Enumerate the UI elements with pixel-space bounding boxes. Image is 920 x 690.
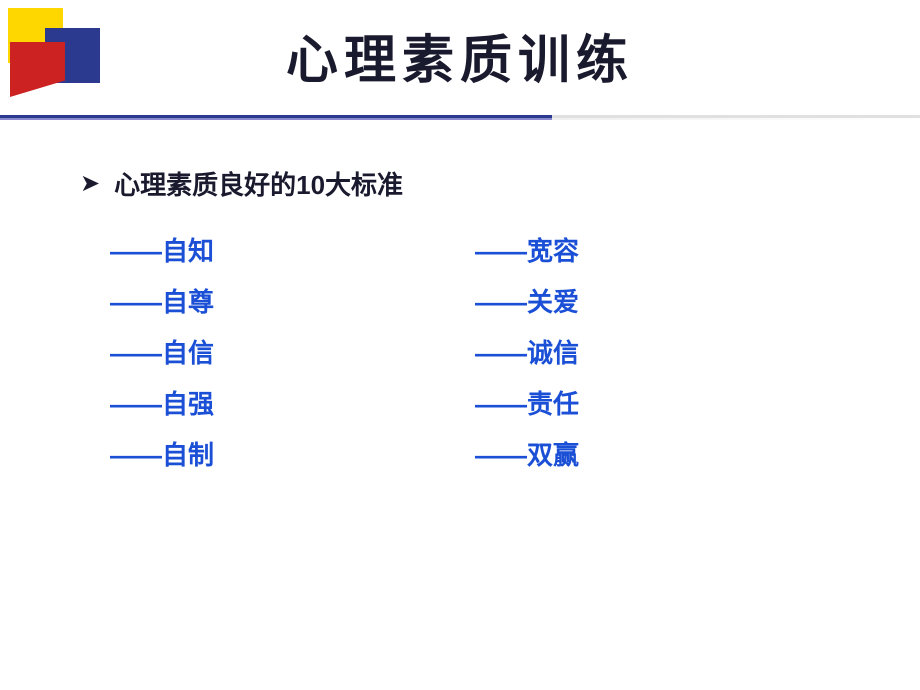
list-item-right-2: ——关爱 bbox=[475, 283, 840, 322]
list-item-left-5: ——自制 bbox=[110, 436, 475, 475]
title-area: 心理素质训练 bbox=[0, 18, 920, 93]
bullet-heading: ➤ 心理素质良好的10大标准 bbox=[80, 165, 840, 202]
list-item-right-5: ——双赢 bbox=[475, 436, 840, 475]
list-column-left: ——自知 ——自尊 ——自信 ——自强 ——自制 bbox=[110, 232, 475, 475]
list-item-left-3: ——自信 bbox=[110, 334, 475, 373]
slide-title: 心理素质训练 bbox=[286, 33, 634, 90]
list-column-right: ——宽容 ——关爱 ——诚信 ——责任 ——双赢 bbox=[475, 232, 840, 475]
content-area: ➤ 心理素质良好的10大标准 ——自知 ——自尊 ——自信 ——自强 ——自制 … bbox=[80, 145, 840, 475]
list-item-right-1: ——宽容 bbox=[475, 232, 840, 271]
slide: 心理素质训练 ➤ 心理素质良好的10大标准 ——自知 ——自尊 ——自信 ——自… bbox=[0, 0, 920, 690]
list-item-left-1: ——自知 bbox=[110, 232, 475, 271]
title-line-shadow bbox=[0, 118, 920, 120]
bullet-arrow-icon: ➤ bbox=[80, 169, 100, 198]
list-item-right-3: ——诚信 bbox=[475, 334, 840, 373]
list-item-right-4: ——责任 bbox=[475, 385, 840, 424]
list-container: ——自知 ——自尊 ——自信 ——自强 ——自制 ——宽容 ——关爱 ——诚信 … bbox=[110, 232, 840, 475]
bullet-heading-text: 心理素质良好的10大标准 bbox=[114, 165, 403, 202]
list-item-left-2: ——自尊 bbox=[110, 283, 475, 322]
list-item-left-4: ——自强 bbox=[110, 385, 475, 424]
